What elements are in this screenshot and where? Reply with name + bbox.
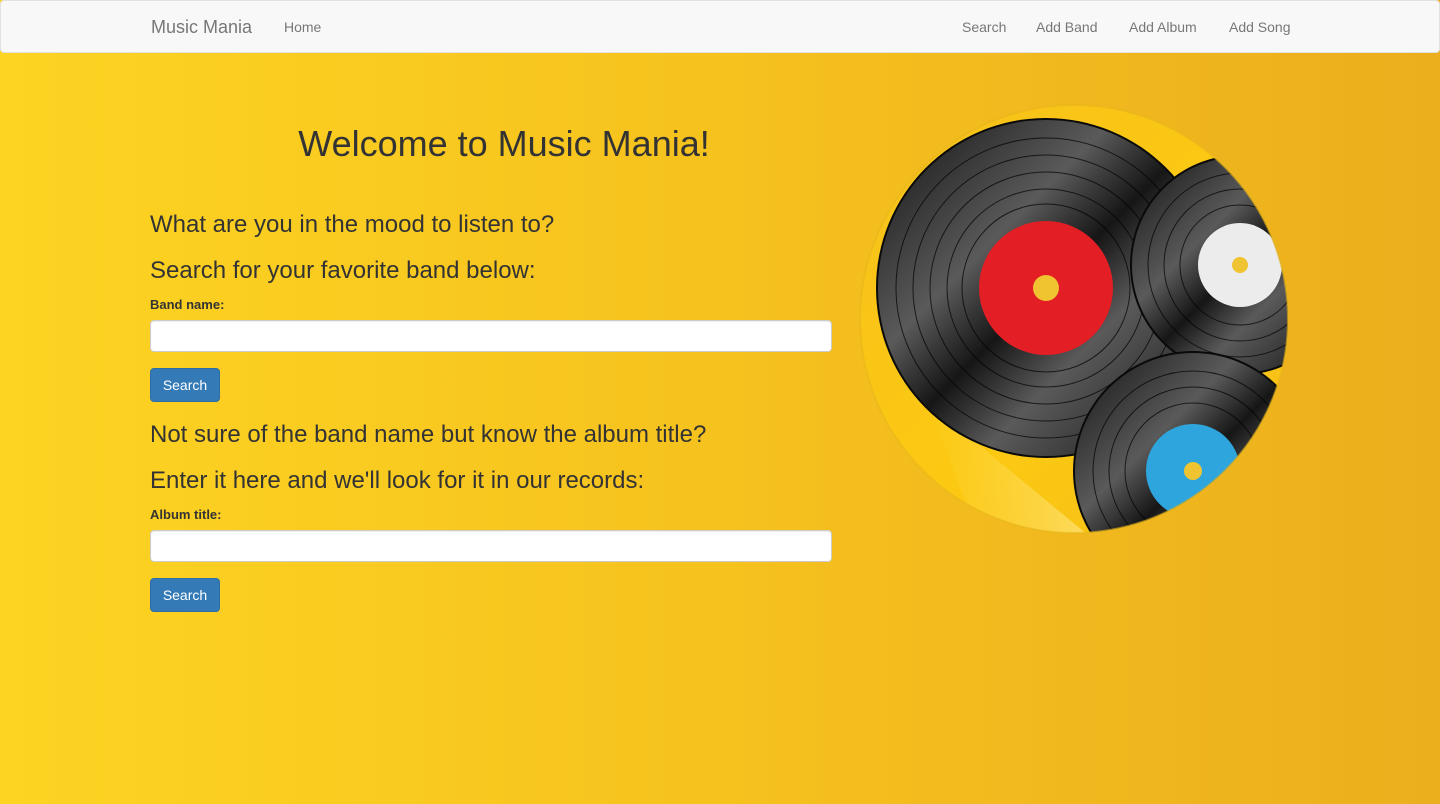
- album-title-input[interactable]: [150, 530, 832, 562]
- page-title: Welcome to Music Mania!: [298, 123, 710, 164]
- nav-search-link[interactable]: Search: [962, 19, 1006, 35]
- brand-link[interactable]: Music Mania: [151, 17, 252, 38]
- album-prompt-heading: Not sure of the band name but know the a…: [150, 421, 707, 448]
- nav-home-link[interactable]: Home: [284, 19, 321, 35]
- album-search-heading: Enter it here and we'll look for it in o…: [150, 467, 645, 494]
- album-title-label: Album title:: [150, 507, 222, 522]
- nav-add-album-link[interactable]: Add Album: [1129, 19, 1197, 35]
- vinyl-records-image: [859, 104, 1289, 534]
- band-search-heading: Search for your favorite band below:: [150, 257, 536, 284]
- band-name-input[interactable]: [150, 320, 832, 352]
- nav-add-band-link[interactable]: Add Band: [1036, 19, 1098, 35]
- band-search-button[interactable]: Search: [150, 368, 220, 402]
- nav-add-song-link[interactable]: Add Song: [1229, 19, 1291, 35]
- navbar: Music Mania Home Search Add Band Add Alb…: [0, 0, 1440, 53]
- album-search-button[interactable]: Search: [150, 578, 220, 612]
- band-name-label: Band name:: [150, 297, 225, 312]
- band-prompt-heading: What are you in the mood to listen to?: [150, 211, 555, 238]
